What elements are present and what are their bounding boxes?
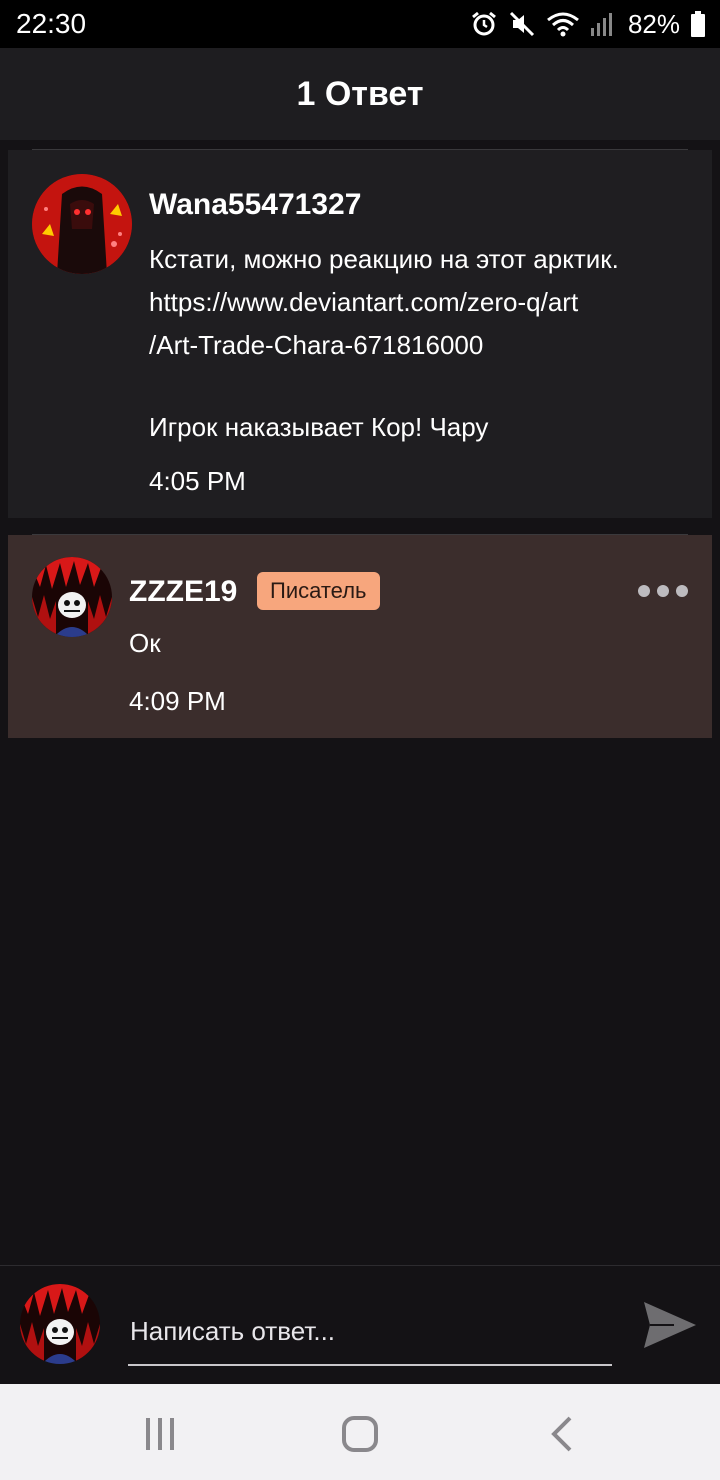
header: 1 Ответ <box>0 48 720 140</box>
more-options-button[interactable] <box>638 583 690 599</box>
comment-text-line <box>149 367 619 406</box>
comment-text: Кстати, можно реакцию на этот арктик. ht… <box>149 238 619 449</box>
page-title: 1 Ответ <box>296 74 424 113</box>
back-icon <box>551 1416 572 1452</box>
battery-percent: 82% <box>627 8 680 39</box>
wifi-icon <box>546 10 580 38</box>
more-dot-icon <box>657 585 669 597</box>
recent-apps-icon <box>146 1418 174 1450</box>
back-button[interactable] <box>542 1414 582 1454</box>
comment-text-line: Игрок наказывает Кор! Чару <box>149 412 489 442</box>
reply-text: Ок <box>129 628 161 658</box>
reply-username[interactable]: ZZZE19 <box>129 575 237 609</box>
mute-icon <box>508 10 536 38</box>
signal-icon <box>590 10 614 38</box>
recent-apps-button[interactable] <box>140 1414 180 1454</box>
home-icon <box>342 1416 378 1452</box>
more-dot-icon <box>676 585 688 597</box>
comment-link-line[interactable]: https://www.deviantart.com/zero-q/art <box>149 281 619 324</box>
status-icons: 82% <box>470 8 706 40</box>
more-dot-icon <box>638 585 650 597</box>
comment-username[interactable]: Wana55471327 <box>149 188 361 222</box>
comment-card[interactable]: Wana55471327 Кстати, можно реакцию на эт… <box>8 150 712 518</box>
battery-icon <box>690 10 706 38</box>
alarm-icon <box>470 10 498 38</box>
reply-card[interactable]: ZZZE19 Писатель Ок 4:09 PM <box>8 535 712 738</box>
reply-input[interactable] <box>128 1304 612 1366</box>
reply-timestamp: 4:09 PM <box>129 686 226 716</box>
send-icon <box>644 1302 696 1348</box>
send-button[interactable] <box>640 1296 698 1354</box>
comment-link-line[interactable]: /Art-Trade-Chara-671816000 <box>149 324 619 367</box>
avatar <box>20 1284 100 1364</box>
system-nav-bar <box>0 1384 720 1480</box>
comment-timestamp: 4:05 PM <box>149 466 246 496</box>
status-bar: 22:30 82% <box>0 0 720 48</box>
compose-bar <box>0 1265 720 1385</box>
status-time: 22:30 <box>16 8 87 39</box>
role-badge: Писатель <box>257 572 380 610</box>
home-button[interactable] <box>340 1414 380 1454</box>
avatar[interactable] <box>32 174 132 274</box>
avatar[interactable] <box>32 557 112 637</box>
comment-text-line: Кстати, можно реакцию на этот арктик. <box>149 244 619 274</box>
